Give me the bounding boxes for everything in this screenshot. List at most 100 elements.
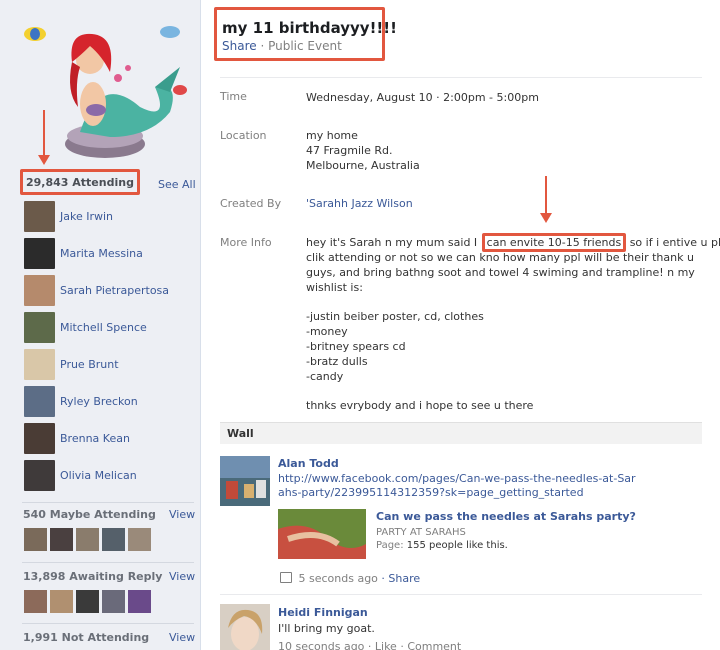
post-link-line[interactable]: ahs-party/223995114312359?sk=page_gettin…	[278, 486, 636, 500]
maybe-thumbnails	[24, 528, 151, 551]
annotation-arrow-head	[38, 155, 50, 165]
guest-name[interactable]: Olivia Melican	[60, 469, 137, 482]
event-picture	[24, 26, 187, 158]
wall-header: Wall	[220, 422, 702, 444]
event-header: my 11 birthdayyy!!!! Share · Public Even…	[214, 7, 397, 61]
avatar[interactable]	[24, 274, 55, 306]
more-info-line: -money	[306, 325, 348, 338]
divider	[22, 562, 194, 563]
post-link[interactable]: http://www.facebook.com/pages/Can-we-pas…	[278, 472, 636, 500]
guest-item[interactable]: Sarah Pietrapertosa	[24, 274, 194, 306]
avatar[interactable]	[76, 528, 99, 551]
share-icon	[280, 572, 292, 583]
attachment-page-label: Page:	[376, 540, 404, 551]
more-info-text-part: so if i entive u plz	[629, 236, 720, 249]
see-all-link[interactable]: See All	[158, 178, 196, 191]
attachment-page: Page: 155 people like this.	[376, 540, 508, 551]
post-timestamp[interactable]: 5 seconds ago	[299, 572, 378, 585]
annotation-arrow	[43, 110, 45, 156]
divider	[22, 623, 194, 624]
post-author-name[interactable]: Alan Todd	[278, 457, 339, 470]
avatar[interactable]	[128, 590, 151, 613]
attending-count[interactable]: 29,843 Attending	[20, 169, 140, 195]
event-title: my 11 birthdayyy!!!!	[222, 19, 397, 37]
time-label: Time	[220, 90, 247, 103]
attachment-image[interactable]	[278, 509, 366, 559]
location-line: 47 Fragmile Rd.	[306, 144, 393, 157]
post-meta: 5 seconds ago · Share	[280, 572, 420, 585]
guest-name[interactable]: Prue Brunt	[60, 358, 119, 371]
avatar[interactable]	[50, 590, 73, 613]
guest-name[interactable]: Brenna Kean	[60, 432, 130, 445]
avatar[interactable]	[102, 590, 125, 613]
sidebar: 29,843 Attending See All Jake Irwin Marit…	[0, 0, 201, 650]
divider	[220, 594, 702, 595]
not-attending-view-link[interactable]: View	[169, 631, 195, 644]
post-author-photo[interactable]	[220, 604, 270, 650]
creator-link[interactable]: 'Sarahh Jazz Wilson	[306, 196, 413, 211]
guest-name[interactable]: Sarah Pietrapertosa	[60, 284, 169, 297]
avatar[interactable]	[24, 385, 55, 417]
more-info-line: -bratz dulls	[306, 355, 368, 368]
avatar[interactable]	[102, 528, 125, 551]
guest-item[interactable]: Prue Brunt	[24, 348, 194, 380]
awaiting-view-link[interactable]: View	[169, 570, 195, 583]
created-by-label: Created By	[220, 197, 282, 210]
divider	[220, 77, 702, 78]
guest-name[interactable]: Ryley Breckon	[60, 395, 138, 408]
guest-item[interactable]: Jake Irwin	[24, 200, 194, 232]
awaiting-thumbnails	[24, 590, 151, 613]
avatar[interactable]	[24, 348, 55, 380]
post-text: I'll bring my goat.	[278, 622, 375, 635]
more-info-line: -justin beiber poster, cd, clothes	[306, 310, 484, 323]
location-value: my home 47 Fragmile Rd. Melbourne, Austr…	[306, 128, 420, 173]
guest-item[interactable]: Brenna Kean	[24, 422, 194, 454]
post-link-line[interactable]: http://www.facebook.com/pages/Can-we-pas…	[278, 472, 636, 486]
guest-item[interactable]: Mitchell Spence	[24, 311, 194, 343]
more-info-line: thnks evrybody and i hope to see u there	[306, 399, 534, 412]
post-author-name[interactable]: Heidi Finnigan	[278, 606, 368, 619]
guest-name[interactable]: Jake Irwin	[60, 210, 113, 223]
avatar[interactable]	[24, 528, 47, 551]
guest-name[interactable]: Marita Messina	[60, 247, 143, 260]
post-author-photo[interactable]	[220, 456, 270, 506]
more-info-label: More Info	[220, 236, 272, 249]
more-info-line: clik attending or not so we can kno how …	[306, 251, 694, 264]
more-info-line: hey it's Sarah n my mum said I can envit…	[306, 233, 720, 252]
location-label: Location	[220, 129, 267, 142]
avatar[interactable]	[24, 459, 55, 491]
maybe-attending-count: 540 Maybe Attending	[23, 508, 156, 521]
avatar[interactable]	[24, 237, 55, 269]
avatar[interactable]	[24, 311, 55, 343]
guest-item[interactable]: Olivia Melican	[24, 459, 194, 491]
time-value: Wednesday, August 10 · 2:00pm - 5:00pm	[306, 91, 539, 104]
avatar[interactable]	[24, 422, 55, 454]
guest-item[interactable]: Marita Messina	[24, 237, 194, 269]
attachment-page-likes: 155 people like this.	[406, 540, 508, 551]
avatar[interactable]	[50, 528, 73, 551]
annotation-arrow	[545, 176, 547, 214]
maybe-view-link[interactable]: View	[169, 508, 195, 521]
post-meta: 10 seconds ago · Like · Comment	[278, 640, 462, 650]
avatar[interactable]	[24, 590, 47, 613]
more-info-line: wishlist is:	[306, 281, 363, 294]
avatar[interactable]	[24, 200, 55, 232]
guest-name[interactable]: Mitchell Spence	[60, 321, 147, 334]
more-info-line: guys, and bring bathng soot and towel 4 …	[306, 266, 695, 279]
location-line: Melbourne, Australia	[306, 159, 420, 172]
not-attending-count: 1,991 Not Attending	[23, 631, 150, 644]
avatar[interactable]	[128, 528, 151, 551]
share-link[interactable]: Share	[222, 39, 257, 53]
guest-item[interactable]: Ryley Breckon	[24, 385, 194, 417]
more-info-text: hey it's Sarah n my mum said I can envit…	[306, 233, 720, 413]
post-share-link[interactable]: · Share	[381, 572, 420, 585]
more-info-text-part: hey it's Sarah n my mum said I	[306, 236, 478, 249]
annotation-arrow-head	[540, 213, 552, 223]
avatar[interactable]	[76, 590, 99, 613]
attachment-title[interactable]: Can we pass the needles at Sarahs party?	[376, 510, 636, 523]
location-line: my home	[306, 129, 358, 142]
attachment-subtitle: PARTY AT SARAHS	[376, 527, 466, 538]
awaiting-reply-count: 13,898 Awaiting Reply	[23, 570, 163, 583]
